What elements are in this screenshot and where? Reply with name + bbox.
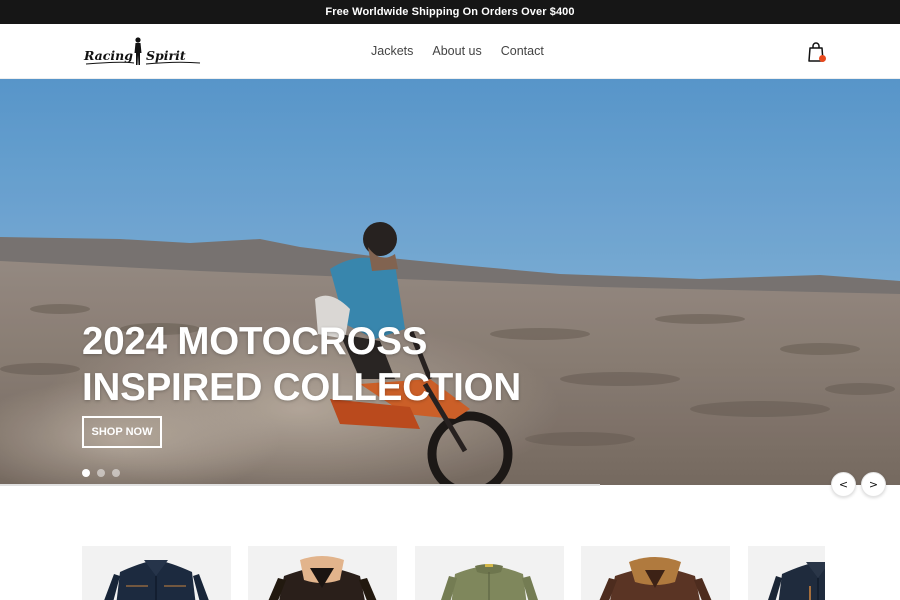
- product-card-shearling-collar-jacket[interactable]: [248, 546, 397, 600]
- product-card-denim-jacket[interactable]: [82, 546, 231, 600]
- slide-indicators: [82, 469, 120, 477]
- hero-title-line2: INSPIRED COLLECTION: [82, 366, 521, 409]
- hero-title-line1: 2024 MOTOCROSS: [82, 320, 428, 363]
- cart-button[interactable]: [806, 40, 828, 64]
- jacket-image: [768, 562, 825, 600]
- nav-about-us[interactable]: About us: [432, 44, 481, 58]
- hero-banner: 2024 MOTOCROSS INSPIRED COLLECTION SHOP …: [0, 79, 900, 485]
- nav-jackets[interactable]: Jackets: [371, 44, 413, 58]
- slide-dot-1[interactable]: [82, 469, 90, 477]
- slide-dot-2[interactable]: [97, 469, 105, 477]
- hero-title: 2024 MOTOCROSS INSPIRED COLLECTION: [82, 319, 521, 411]
- nav-contact[interactable]: Contact: [501, 44, 544, 58]
- announcement-text: Free Worldwide Shipping On Orders Over $…: [325, 6, 575, 18]
- logo-text-right: Spirit: [146, 48, 186, 63]
- site-header: Racing Spirit Jackets About us Contact: [0, 24, 900, 79]
- logo-text-left: Racing: [83, 48, 133, 63]
- slide-progress-bar: [0, 484, 600, 486]
- carousel-next-button[interactable]: >: [861, 472, 886, 497]
- brand-logo[interactable]: Racing Spirit: [82, 34, 204, 70]
- slide-dot-3[interactable]: [112, 469, 120, 477]
- rider-silhouette-icon: [134, 37, 142, 65]
- shop-now-button[interactable]: SHOP NOW: [82, 416, 162, 448]
- product-card-olive-bomber-jacket[interactable]: [415, 546, 564, 600]
- cart-badge: [819, 55, 826, 62]
- jacket-image: [268, 556, 377, 600]
- jacket-image: [104, 560, 209, 600]
- jacket-image: [441, 564, 538, 600]
- product-grid: [82, 546, 825, 600]
- chevron-right-icon: >: [868, 478, 879, 491]
- announcement-bar: Free Worldwide Shipping On Orders Over $…: [0, 0, 900, 24]
- carousel-prev-button[interactable]: <: [831, 472, 856, 497]
- chevron-left-icon: <: [838, 478, 849, 491]
- product-card-brown-shearling-jacket[interactable]: [581, 546, 730, 600]
- main-nav: Jackets About us Contact: [371, 44, 544, 58]
- product-card-denim-jacket-2[interactable]: [748, 546, 825, 600]
- jacket-image: [599, 557, 712, 600]
